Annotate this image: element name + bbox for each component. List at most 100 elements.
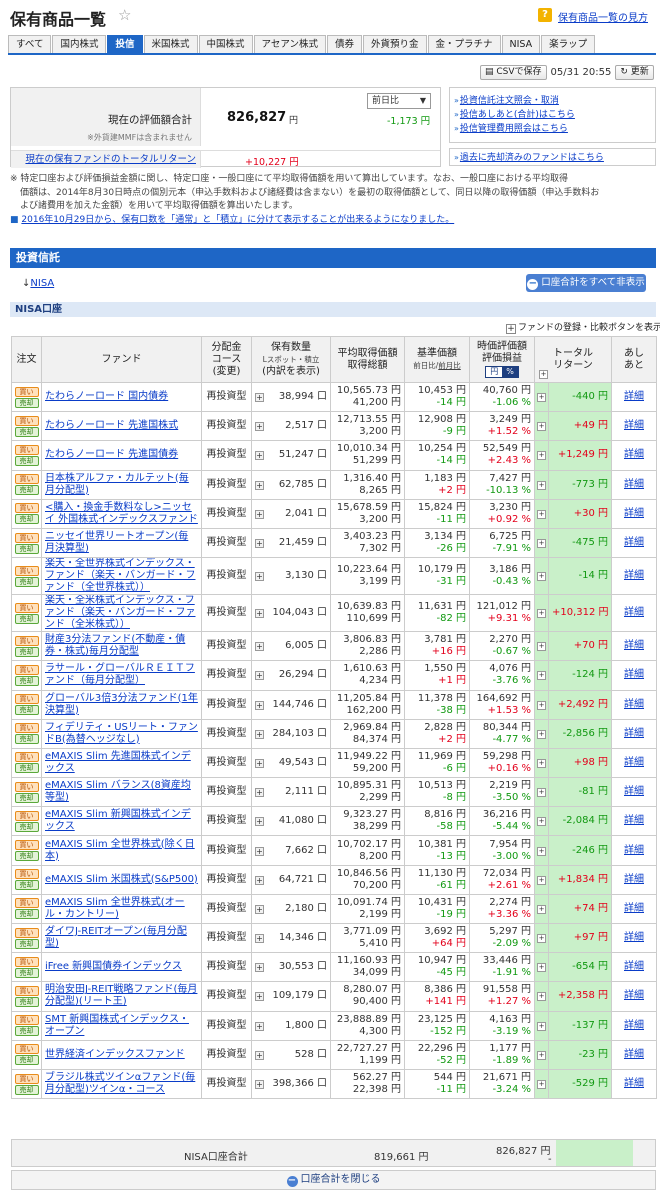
fund-name-link[interactable]: SMT 新興国株式インデックス・オープン <box>45 1014 189 1037</box>
plus-icon[interactable]: + <box>255 817 264 827</box>
fund-name-link[interactable]: グローバル3倍3分法ファンド(1年決算型) <box>45 693 198 716</box>
fund-name-link[interactable]: たわらノーロード 先進国株式 <box>45 420 178 431</box>
buy-button[interactable]: 買い <box>14 635 39 646</box>
buy-button[interactable]: 買い <box>14 869 39 880</box>
tab-all[interactable]: すべて <box>8 35 52 53</box>
buy-button[interactable]: 買い <box>14 927 39 938</box>
star-icon[interactable]: ☆ <box>118 6 131 24</box>
sell-button[interactable]: 売却 <box>14 1026 39 1037</box>
fund-name-link[interactable]: フィデリティ・USリート・ファンドB(為替ヘッジなし) <box>45 722 198 745</box>
sell-button[interactable]: 売却 <box>14 485 39 496</box>
fund-name-link[interactable]: eMAXIS Slim 新興国株式インデックス <box>45 809 191 832</box>
fund-name-link[interactable]: 日本株アルファ・カルテット(毎月分配型) <box>45 473 189 496</box>
detail-link[interactable]: 詳細 <box>624 815 644 826</box>
fund-name-link[interactable]: たわらノーロード 国内債券 <box>45 391 168 402</box>
plus-icon[interactable]: + <box>537 609 546 619</box>
plus-icon[interactable]: + <box>537 934 546 944</box>
fund-name-link[interactable]: ブラジル株式ツインαファンド(毎月分配型)ツインα・コース <box>45 1072 195 1095</box>
fund-name-link[interactable]: eMAXIS Slim 全世界株式(オール・カントリー) <box>45 897 185 920</box>
sell-button[interactable]: 売却 <box>14 1084 39 1095</box>
sell-button[interactable]: 売却 <box>14 909 39 920</box>
tab-domestic-stocks[interactable]: 国内株式 <box>52 35 107 53</box>
sell-button[interactable]: 売却 <box>14 576 39 587</box>
fund-name-link[interactable]: eMAXIS Slim 米国株式(S&P500) <box>45 874 198 885</box>
plus-icon[interactable]: + <box>255 963 264 973</box>
fund-name-link[interactable]: <購入・換金手数料なし>ニッセイ 外国株式インデックスファンド <box>45 502 198 525</box>
detail-link[interactable]: 詳細 <box>624 607 644 618</box>
plus-icon[interactable]: + <box>255 1021 264 1031</box>
plus-icon[interactable]: + <box>537 729 546 739</box>
buy-button[interactable]: 買い <box>14 474 39 485</box>
buy-button[interactable]: 買い <box>14 810 39 821</box>
fund-name-link[interactable]: 楽天・全世界株式インデックス・ファンド（楽天・バンガード・ファンド（全世界株式）… <box>45 559 196 594</box>
fee-inquiry-link[interactable]: 投信管理費用照会はこちら <box>460 124 568 134</box>
detail-link[interactable]: 詳細 <box>624 845 644 856</box>
plus-icon[interactable]: + <box>255 934 264 944</box>
detail-link[interactable]: 詳細 <box>624 640 644 651</box>
detail-link[interactable]: 詳細 <box>624 391 644 402</box>
plus-icon[interactable]: + <box>537 422 546 432</box>
sell-button[interactable]: 売却 <box>14 705 39 716</box>
detail-link[interactable]: 詳細 <box>624 508 644 519</box>
fund-name-link[interactable]: eMAXIS Slim 全世界株式(除く日本) <box>45 839 195 862</box>
close-account-total-button[interactable]: − 口座合計を閉じる <box>11 1170 656 1190</box>
fund-name-link[interactable]: 世界経済インデックスファンド <box>45 1049 185 1060</box>
sell-button[interactable]: 売却 <box>14 734 39 745</box>
detail-link[interactable]: 詳細 <box>624 669 644 680</box>
sell-button[interactable]: 売却 <box>14 792 39 803</box>
buy-button[interactable]: 買い <box>14 1044 39 1055</box>
detail-link[interactable]: 詳細 <box>624 449 644 460</box>
buy-button[interactable]: 買い <box>14 444 39 455</box>
plus-icon[interactable]: + <box>537 700 546 710</box>
fund-name-link[interactable]: iFree 新興国債券インデックス <box>45 961 182 972</box>
plus-icon[interactable]: + <box>255 700 264 710</box>
buy-button[interactable]: 買い <box>14 956 39 967</box>
plus-icon[interactable]: + <box>537 758 546 768</box>
total-return-link[interactable]: 現在の保有ファンドのトータルリターン <box>25 154 196 165</box>
tab-nisa[interactable]: NISA <box>501 35 541 53</box>
plus-icon[interactable]: + <box>537 572 546 582</box>
help-link[interactable]: 保有商品一覧の見方 <box>558 9 648 24</box>
sell-button[interactable]: 売却 <box>14 514 39 525</box>
plus-icon[interactable]: + <box>255 1050 264 1060</box>
tab-funds[interactable]: 投信 <box>107 35 143 53</box>
buy-button[interactable]: 買い <box>14 985 39 996</box>
buy-button[interactable]: 買い <box>14 1015 39 1026</box>
detail-link[interactable]: 詳細 <box>624 874 644 885</box>
sell-button[interactable]: 売却 <box>14 613 39 624</box>
tab-us-stocks[interactable]: 米国株式 <box>143 35 198 53</box>
buy-button[interactable]: 買い <box>14 664 39 675</box>
plus-icon[interactable]: + <box>537 992 546 1002</box>
detail-link[interactable]: 詳細 <box>624 961 644 972</box>
plus-icon[interactable]: + <box>255 788 264 798</box>
plus-icon[interactable]: + <box>255 729 264 739</box>
plus-icon[interactable]: + <box>255 480 264 490</box>
plus-icon[interactable]: + <box>255 509 264 519</box>
refresh-button[interactable]: ↻ 更新 <box>615 64 654 80</box>
fund-name-link[interactable]: ラサール・グローバルＲＥＩＴファンド（毎月分配型） <box>45 663 195 686</box>
sell-button[interactable]: 売却 <box>14 455 39 466</box>
plus-icon[interactable]: + <box>537 642 546 652</box>
tab-fx-deposits[interactable]: 外貨預り金 <box>362 35 427 53</box>
fund-name-link[interactable]: 明治安田J-REIT戦略ファンド(毎月分配型)(リート王) <box>45 984 197 1007</box>
buy-button[interactable]: 買い <box>14 723 39 734</box>
fund-name-link[interactable]: eMAXIS Slim バランス(8資産均等型) <box>45 780 191 803</box>
buy-button[interactable]: 買い <box>14 1073 39 1084</box>
detail-link[interactable]: 詳細 <box>624 990 644 1001</box>
buy-button[interactable]: 買い <box>14 503 39 514</box>
tab-rakuwrap[interactable]: 楽ラップ <box>541 35 596 53</box>
plus-icon[interactable]: + <box>537 817 546 827</box>
compare-select[interactable]: 前日比 ▼ <box>367 93 431 109</box>
tab-bonds[interactable]: 債券 <box>326 35 362 53</box>
buy-button[interactable]: 買い <box>14 840 39 851</box>
plus-icon[interactable]: + <box>255 758 264 768</box>
detail-link[interactable]: 詳細 <box>624 757 644 768</box>
plus-icon[interactable]: + <box>537 480 546 490</box>
plus-icon[interactable]: + <box>537 846 546 856</box>
plus-icon[interactable]: + <box>537 788 546 798</box>
plus-icon[interactable]: + <box>255 904 264 914</box>
plus-icon[interactable]: + <box>537 963 546 973</box>
sell-button[interactable]: 売却 <box>14 851 39 862</box>
fund-name-link[interactable]: 財産3分法ファンド(不動産・債券・株式)毎月分配型 <box>45 634 185 657</box>
detail-link[interactable]: 詳細 <box>624 1020 644 1031</box>
